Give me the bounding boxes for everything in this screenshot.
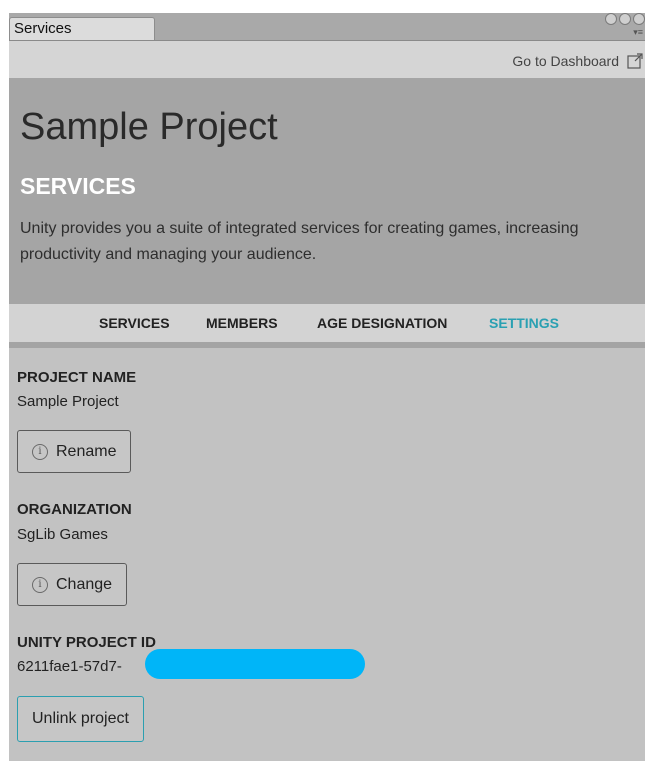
toolbar: Go to Dashboard [9, 41, 645, 78]
unlink-project-button[interactable]: Unlink project [17, 696, 144, 742]
project-id-value: 6211fae1-57d7- [17, 658, 122, 675]
project-id-label: UNITY PROJECT ID [17, 634, 156, 651]
unlink-button-label: Unlink project [32, 710, 129, 727]
project-name-label: PROJECT NAME [17, 369, 137, 386]
tab-services[interactable]: Services [9, 17, 155, 40]
info-icon: i [32, 443, 48, 460]
go-to-dashboard-link[interactable]: Go to Dashboard [512, 53, 619, 69]
project-header: Sample Project SERVICES Unity provides y… [9, 78, 645, 304]
section-heading: SERVICES [20, 173, 136, 199]
project-name-value: Sample Project [17, 393, 119, 410]
rename-button[interactable]: i Rename [17, 430, 132, 473]
change-button-label: Change [56, 575, 113, 593]
tab-age-designation[interactable]: AGE DESIGNATION [317, 315, 447, 331]
change-button[interactable]: i Change [17, 563, 128, 606]
redaction-mark [145, 649, 365, 679]
external-link-icon[interactable] [627, 53, 643, 69]
services-window: Services ▾≡ Go to Dashboard Sample Proje… [9, 13, 645, 761]
nav-tabs: SERVICES MEMBERS AGE DESIGNATION SETTING… [9, 304, 645, 342]
tab-bar: Services ▾≡ [9, 13, 645, 41]
tab-services-nav[interactable]: SERVICES [99, 315, 170, 331]
info-icon: i [32, 576, 48, 593]
rename-button-label: Rename [56, 442, 117, 460]
window-button-1[interactable] [605, 13, 617, 25]
organization-label: ORGANIZATION [17, 501, 132, 518]
nav-divider [9, 342, 645, 348]
menu-icon[interactable]: ▾≡ [633, 28, 643, 37]
tab-settings[interactable]: SETTINGS [489, 315, 559, 331]
organization-value: SgLib Games [17, 526, 108, 543]
window-button-2[interactable] [619, 13, 631, 25]
window-button-3[interactable] [633, 13, 645, 25]
tab-members[interactable]: MEMBERS [206, 315, 278, 331]
project-title: Sample Project [20, 106, 278, 148]
section-description: Unity provides you a suite of integrated… [20, 220, 579, 263]
tab-label: Services [14, 20, 72, 37]
